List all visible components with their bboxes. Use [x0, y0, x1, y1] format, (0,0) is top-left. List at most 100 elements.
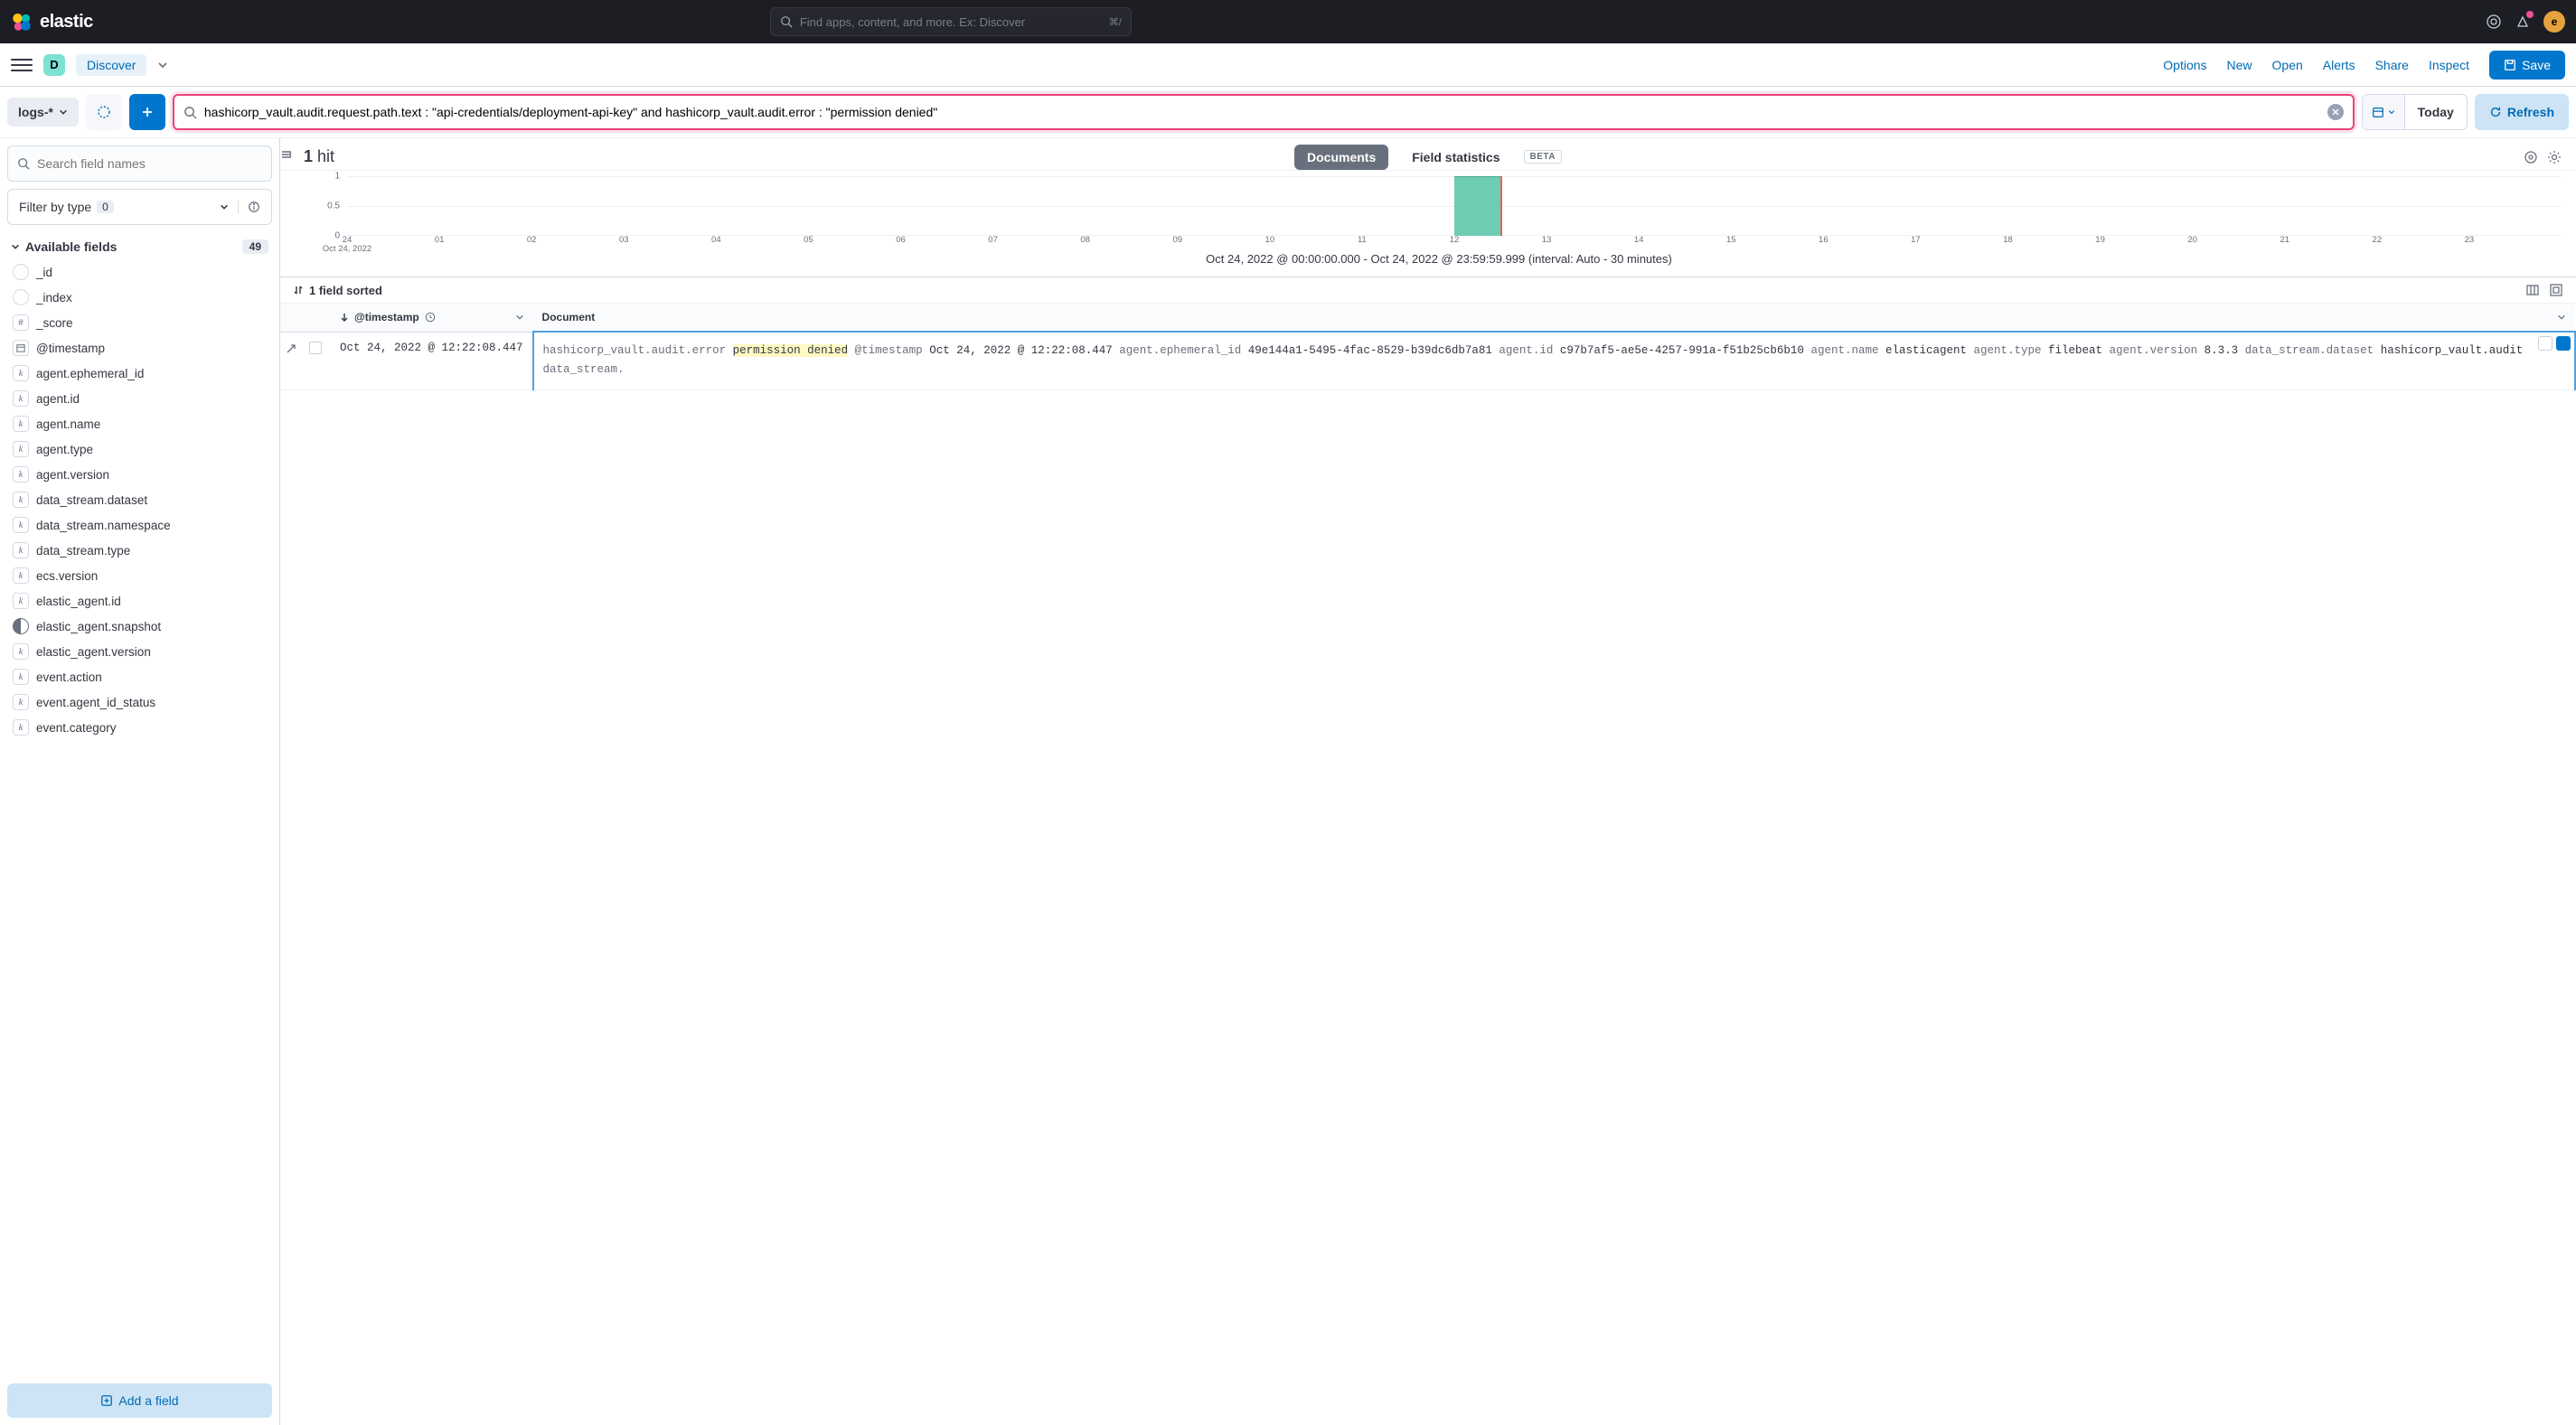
field-item[interactable]: @timestamp — [7, 335, 272, 361]
col-timestamp-label: @timestamp — [354, 311, 419, 323]
expand-cell-icon[interactable] — [2556, 336, 2571, 351]
chart-options-icon[interactable] — [2524, 150, 2538, 164]
field-item[interactable]: #_score — [7, 310, 272, 335]
breadcrumb-current[interactable]: Discover — [76, 54, 146, 76]
field-name-label: event.action — [36, 670, 102, 684]
field-type-icon: k — [13, 694, 29, 710]
row-checkbox[interactable] — [309, 342, 322, 354]
field-name-label: agent.version — [36, 468, 109, 482]
newsfeed-icon[interactable] — [2515, 14, 2531, 30]
field-item[interactable]: kdata_stream.namespace — [7, 512, 272, 538]
query-input-wrapper — [173, 94, 2355, 130]
field-item[interactable]: kagent.name — [7, 411, 272, 436]
field-item[interactable]: kagent.id — [7, 386, 272, 411]
tab-field-statistics[interactable]: Field statistics — [1399, 145, 1512, 170]
field-item[interactable]: kevent.category — [7, 715, 272, 740]
filter-menu-button[interactable] — [86, 94, 122, 130]
fullscreen-icon[interactable] — [2549, 283, 2563, 297]
date-picker[interactable]: Today — [2362, 94, 2468, 130]
field-type-icon: k — [13, 593, 29, 609]
field-item[interactable]: kevent.agent_id_status — [7, 689, 272, 715]
chart-caption: Oct 24, 2022 @ 00:00:00.000 - Oct 24, 20… — [316, 250, 2562, 273]
tab-documents[interactable]: Documents — [1294, 145, 1388, 170]
dataview-label: logs-* — [18, 105, 53, 119]
query-input[interactable] — [204, 105, 2320, 119]
refresh-button[interactable]: Refresh — [2475, 94, 2569, 130]
date-range-label[interactable]: Today — [2405, 105, 2467, 119]
field-name-label: elastic_agent.snapshot — [36, 620, 161, 633]
field-item[interactable]: _id — [7, 259, 272, 285]
share-link[interactable]: Share — [2375, 58, 2409, 72]
field-search[interactable] — [7, 145, 272, 182]
nav-toggle-icon[interactable] — [11, 54, 33, 76]
table-row[interactable]: Oct 24, 2022 @ 12:22:08.447 hashicorp_va… — [280, 332, 2575, 389]
inspect-link[interactable]: Inspect — [2429, 58, 2469, 72]
columns-icon[interactable] — [2525, 283, 2540, 297]
col-timestamp[interactable]: @timestamp — [331, 304, 533, 332]
user-avatar[interactable]: e — [2543, 11, 2565, 33]
cell-document[interactable]: hashicorp_vault.audit.error permission d… — [533, 332, 2575, 389]
field-item[interactable]: kelastic_agent.id — [7, 588, 272, 614]
field-item[interactable]: kdata_stream.type — [7, 538, 272, 563]
field-search-input[interactable] — [37, 156, 262, 171]
filter-info-icon[interactable] — [238, 201, 260, 213]
histogram-bar[interactable] — [1454, 176, 1500, 236]
date-quick-select[interactable] — [2363, 95, 2405, 129]
field-type-icon: k — [13, 416, 29, 432]
field-list[interactable]: _id _index #_score@timestampkagent.ephemer… — [7, 259, 272, 1376]
global-header: elastic ⌘/ e — [0, 0, 2576, 43]
open-link[interactable]: Open — [2272, 58, 2303, 72]
close-icon — [2332, 108, 2339, 116]
field-item[interactable]: kecs.version — [7, 563, 272, 588]
options-link[interactable]: Options — [2163, 58, 2206, 72]
field-item[interactable]: kagent.type — [7, 436, 272, 462]
field-type-icon: k — [13, 719, 29, 736]
field-item[interactable]: kagent.version — [7, 462, 272, 487]
field-type-icon — [13, 289, 29, 305]
field-name-label: agent.type — [36, 443, 93, 456]
col-document[interactable]: Document — [533, 304, 2575, 332]
app-header: D Discover Options New Open Alerts Share… — [0, 43, 2576, 87]
save-icon — [2504, 59, 2516, 71]
field-item[interactable]: kdata_stream.dataset — [7, 487, 272, 512]
sort-indicator[interactable]: 1 field sorted — [293, 284, 382, 297]
field-type-icon — [13, 340, 29, 356]
available-fields-header[interactable]: Available fields 49 — [7, 234, 272, 259]
alerts-link[interactable]: Alerts — [2323, 58, 2355, 72]
field-type-icon: k — [13, 643, 29, 660]
filter-by-type-label: Filter by type — [19, 200, 91, 214]
beta-badge: BETA — [1524, 150, 1562, 164]
global-search[interactable]: ⌘/ — [770, 7, 1132, 36]
copy-icon[interactable] — [2538, 336, 2552, 351]
dataview-selector[interactable]: logs-* — [7, 98, 79, 127]
new-link[interactable]: New — [2227, 58, 2252, 72]
clear-query-button[interactable] — [2327, 104, 2344, 120]
add-filter-button[interactable] — [129, 94, 165, 130]
refresh-icon — [2489, 106, 2502, 118]
global-search-input[interactable] — [800, 15, 1102, 29]
field-item[interactable]: kelastic_agent.version — [7, 639, 272, 664]
space-selector[interactable]: D — [43, 54, 65, 76]
collapse-sidebar-icon[interactable] — [280, 147, 294, 162]
help-icon[interactable] — [2486, 14, 2502, 30]
save-button[interactable]: Save — [2489, 51, 2565, 80]
filter-by-type[interactable]: Filter by type 0 — [7, 189, 272, 225]
chevron-down-icon[interactable] — [157, 60, 168, 70]
histogram-chart[interactable]: 00.51 24Oct 24, 202201 02 03 04 05 06 07… — [280, 171, 2576, 277]
field-item[interactable]: elastic_agent.snapshot — [7, 614, 272, 639]
field-type-icon: # — [13, 314, 29, 331]
results-content: 1 hit Documents Field statistics BETA 00… — [280, 138, 2576, 1425]
brand-logo[interactable]: elastic — [11, 11, 93, 33]
cell-actions — [2538, 336, 2571, 351]
field-item[interactable]: kevent.action — [7, 664, 272, 689]
field-item[interactable]: _index — [7, 285, 272, 310]
field-name-label: _index — [36, 291, 72, 305]
filter-type-count: 0 — [97, 201, 114, 213]
sort-desc-icon — [340, 313, 349, 322]
field-name-label: data_stream.type — [36, 544, 130, 558]
add-field-button[interactable]: Add a field — [7, 1383, 272, 1418]
settings-icon[interactable] — [2547, 150, 2562, 164]
results-header: 1 hit Documents Field statistics BETA — [280, 138, 2576, 171]
expand-row-icon[interactable] — [286, 343, 296, 354]
field-item[interactable]: kagent.ephemeral_id — [7, 361, 272, 386]
